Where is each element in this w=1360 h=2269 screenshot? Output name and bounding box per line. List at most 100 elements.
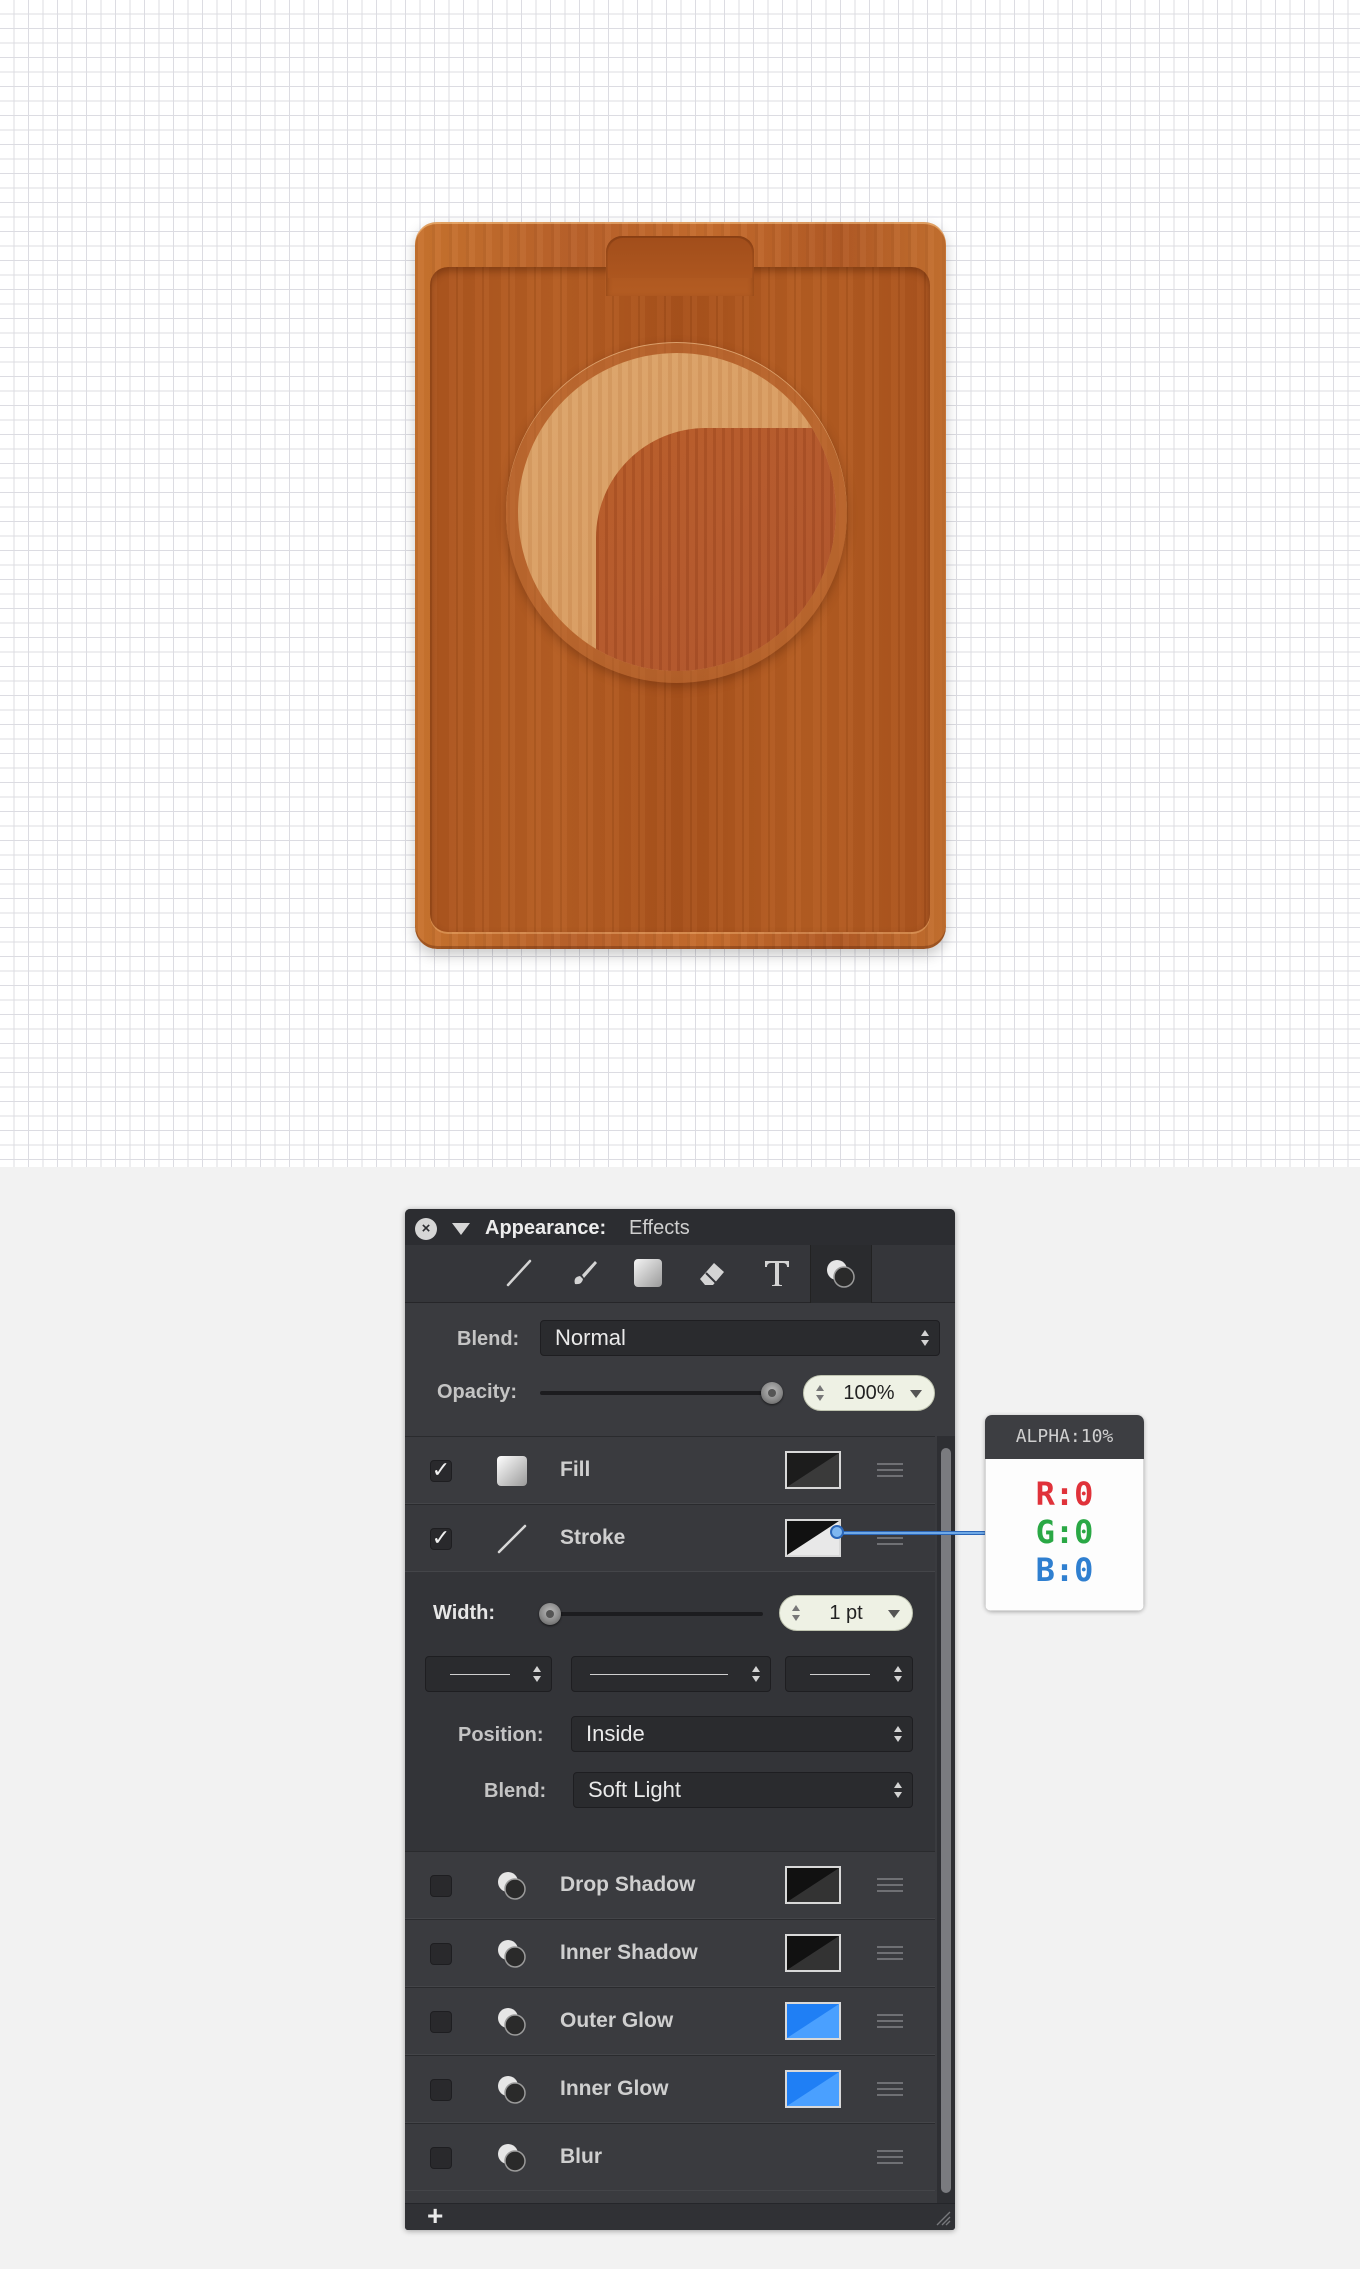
- green-value: G:0: [1035, 1513, 1094, 1551]
- chevron-down-icon[interactable]: [888, 1610, 900, 1618]
- drag-handle-icon[interactable]: [877, 2014, 903, 2028]
- close-icon[interactable]: ×: [415, 1218, 437, 1240]
- position-select-value: Inside: [586, 1721, 645, 1746]
- list-item-outer-glow[interactable]: Outer Glow: [405, 1987, 935, 2055]
- inner-shadow-checkbox[interactable]: [430, 1943, 452, 1965]
- opacity-label: Opacity:: [437, 1381, 518, 1403]
- callout-anchor-dot: [830, 1525, 844, 1539]
- effects-tool-icon[interactable]: [810, 1245, 872, 1303]
- width-slider-knob[interactable]: [539, 1603, 561, 1625]
- fill-label: Fill: [560, 1458, 591, 1481]
- stepper-arrows-icon[interactable]: [816, 1385, 824, 1401]
- stroke-end-cap-select[interactable]: [785, 1656, 913, 1692]
- inner-glow-label: Inner Glow: [560, 2077, 669, 2100]
- callout-connector: [838, 1531, 986, 1535]
- opacity-slider-knob[interactable]: [761, 1382, 783, 1404]
- panel-footer: +: [405, 2200, 955, 2232]
- fill-color-swatch[interactable]: [785, 1451, 841, 1489]
- stroke-dash-select[interactable]: [571, 1656, 771, 1692]
- stroke-blend-select[interactable]: Soft Light: [573, 1772, 913, 1808]
- effect-icon: [495, 2005, 529, 2039]
- wood-badge-quarter-shape: [596, 428, 836, 671]
- width-label: Width:: [433, 1602, 496, 1624]
- blue-value: B:0: [1035, 1551, 1094, 1589]
- inner-shadow-label: Inner Shadow: [560, 1941, 698, 1964]
- opacity-stepper[interactable]: 100%: [803, 1375, 935, 1411]
- stroke-label: Stroke: [560, 1526, 626, 1549]
- red-value: R:0: [1035, 1475, 1094, 1513]
- inner-glow-color-swatch[interactable]: [785, 2070, 841, 2108]
- line-tool-icon[interactable]: [499, 1257, 539, 1293]
- list-item-stroke[interactable]: ✓ Stroke: [405, 1504, 935, 1572]
- effect-icon: [495, 1869, 529, 1903]
- alpha-value: ALPHA:10%: [985, 1415, 1144, 1459]
- stroke-start-cap-select[interactable]: [425, 1656, 552, 1692]
- blend-label: Blend:: [457, 1328, 520, 1350]
- fill-checkbox[interactable]: ✓: [430, 1459, 452, 1482]
- blur-label: Blur: [560, 2145, 602, 2168]
- stepper-arrows-icon[interactable]: [792, 1605, 800, 1621]
- stroke-options: Width: 1 pt Position: Inside Blend: Soft…: [405, 1572, 935, 1851]
- outer-glow-color-swatch[interactable]: [785, 2002, 841, 2040]
- resize-grip-icon[interactable]: [933, 2208, 951, 2226]
- inner-glow-checkbox[interactable]: [430, 2079, 452, 2101]
- effect-icon: [495, 2073, 529, 2107]
- drag-handle-icon[interactable]: [877, 2082, 903, 2096]
- wood-badge: [518, 353, 836, 671]
- panel-titlebar: × Appearance: Effects: [405, 1209, 955, 1245]
- width-slider-track[interactable]: [548, 1612, 763, 1616]
- blend-select[interactable]: Normal: [540, 1320, 940, 1356]
- effects-list: ✓ Fill ✓ Stroke Width: 1 pt Position: In…: [405, 1436, 955, 2203]
- drag-handle-icon[interactable]: [877, 1463, 903, 1477]
- eraser-tool-icon[interactable]: [692, 1257, 732, 1293]
- drop-shadow-label: Drop Shadow: [560, 1873, 696, 1896]
- drop-shadow-checkbox[interactable]: [430, 1875, 452, 1897]
- stroke-icon: [495, 1522, 529, 1556]
- select-arrows-icon: [752, 1665, 760, 1683]
- select-arrows-icon: [894, 1781, 902, 1799]
- stroke-blend-label: Blend:: [484, 1780, 547, 1802]
- drag-handle-icon[interactable]: [877, 2150, 903, 2164]
- panel-subtitle: Effects: [629, 1217, 690, 1239]
- shape-tool-icon[interactable]: [628, 1257, 668, 1293]
- effects-list-scrollbar[interactable]: [937, 1436, 955, 2203]
- drop-shadow-color-swatch[interactable]: [785, 1866, 841, 1904]
- chevron-down-icon[interactable]: [910, 1390, 922, 1398]
- design-canvas: [0, 0, 1360, 1167]
- list-item-drop-shadow[interactable]: Drop Shadow: [405, 1851, 935, 1919]
- list-item-inner-shadow[interactable]: Inner Shadow: [405, 1919, 935, 1987]
- blur-checkbox[interactable]: [430, 2147, 452, 2169]
- add-effect-button[interactable]: +: [427, 2200, 443, 2232]
- text-tool-icon[interactable]: [757, 1257, 797, 1293]
- opacity-slider-track[interactable]: [540, 1391, 780, 1395]
- list-item-inner-glow[interactable]: Inner Glow: [405, 2055, 935, 2123]
- position-label: Position:: [458, 1724, 544, 1746]
- drag-handle-icon[interactable]: [877, 1878, 903, 1892]
- stroke-checkbox[interactable]: ✓: [430, 1527, 452, 1550]
- effect-icon: [495, 1937, 529, 1971]
- outer-glow-label: Outer Glow: [560, 2009, 674, 2032]
- width-value: 1 pt: [829, 1602, 863, 1624]
- outer-glow-checkbox[interactable]: [430, 2011, 452, 2033]
- panel-toolbar: [405, 1245, 955, 1303]
- rgb-values: R:0 G:0 B:0: [985, 1459, 1144, 1611]
- list-item-fill[interactable]: ✓ Fill: [405, 1436, 935, 1504]
- effect-icon: [495, 2141, 529, 2175]
- blend-select-value: Normal: [555, 1325, 626, 1350]
- opacity-value: 100%: [843, 1382, 895, 1404]
- disclosure-triangle-icon[interactable]: [452, 1223, 470, 1235]
- drag-handle-icon[interactable]: [877, 1946, 903, 1960]
- panel-title: Appearance:: [485, 1217, 607, 1239]
- select-arrows-icon: [894, 1665, 902, 1683]
- fill-icon: [495, 1454, 529, 1488]
- list-item-blur[interactable]: Blur: [405, 2123, 935, 2191]
- brush-tool-icon[interactable]: [565, 1257, 605, 1293]
- position-select[interactable]: Inside: [571, 1716, 913, 1752]
- inner-shadow-color-swatch[interactable]: [785, 1934, 841, 1972]
- appearance-panel: × Appearance: Effects Blend: Normal Opac…: [405, 1209, 955, 2232]
- width-stepper[interactable]: 1 pt: [779, 1595, 913, 1631]
- select-arrows-icon: [894, 1725, 902, 1743]
- stroke-blend-select-value: Soft Light: [588, 1777, 681, 1802]
- scrollbar-thumb[interactable]: [941, 1448, 951, 2193]
- color-value-card: ALPHA:10% R:0 G:0 B:0: [985, 1415, 1144, 1611]
